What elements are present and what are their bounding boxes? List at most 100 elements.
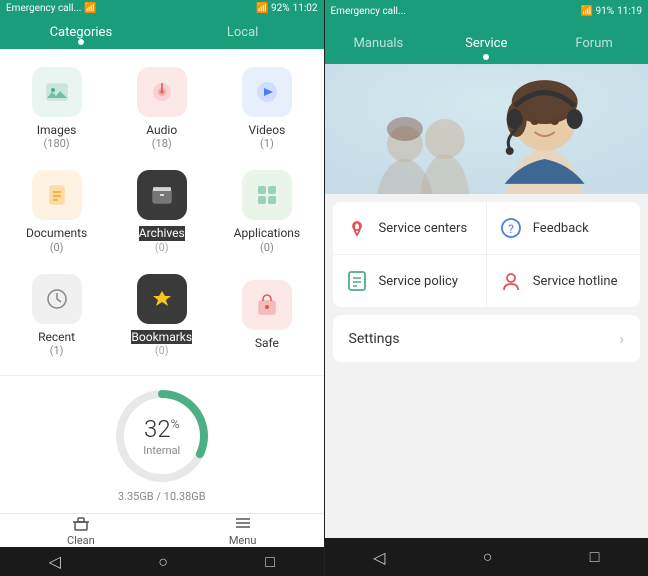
time-left: 11:02 — [293, 3, 318, 14]
service-policy-label: Service policy — [379, 274, 459, 289]
settings-label: Settings — [349, 331, 400, 347]
left-status-right: 📶 92% 11:02 — [256, 3, 317, 14]
right-tab-bar: Manuals Service Forum — [325, 22, 648, 64]
service-hotline-label: Service hotline — [533, 274, 618, 289]
service-centers-icon — [345, 216, 369, 240]
images-label: Images — [37, 123, 77, 137]
images-count: (180) — [44, 137, 70, 150]
left-panel: Emergency call... 📶 📶 92% 11:02 Categori… — [0, 0, 324, 576]
service-policy-icon — [345, 269, 369, 293]
back-button-right[interactable]: ◁ — [357, 544, 401, 571]
storage-text: 32% Internal — [143, 415, 180, 457]
left-bottom-bar: Clean Menu — [0, 513, 324, 547]
safe-label: Safe — [255, 336, 279, 350]
bookmarks-icon — [148, 285, 176, 313]
service-hotline-cell[interactable]: Service hotline — [487, 255, 640, 307]
left-tab-bar: Categories Local — [0, 17, 324, 49]
clean-icon — [72, 514, 90, 532]
bookmarks-label: Bookmarks — [131, 330, 192, 344]
service-image-svg — [325, 64, 648, 194]
bookmarks-count: (0) — [155, 344, 169, 357]
right-status-right: 📶 91% 11:19 — [581, 6, 642, 17]
documents-icon — [43, 181, 71, 209]
tab-forum-label: Forum — [575, 36, 612, 51]
file-categories-grid: Images (180) Audio (18) — [0, 49, 324, 375]
videos-label: Videos — [249, 123, 286, 137]
recent-button-left[interactable]: □ — [249, 548, 291, 576]
audio-label: Audio — [146, 123, 177, 137]
safe-icon-bg — [242, 280, 292, 330]
signal-icon: 📶 — [84, 3, 96, 14]
storage-label: Internal — [143, 444, 180, 457]
tab-service-label: Service — [465, 36, 507, 51]
tab-categories-label: Categories — [50, 25, 113, 40]
right-status-bar: Emergency call... 📶 91% 11:19 — [325, 0, 648, 22]
grid-item-documents[interactable]: Documents (0) — [4, 160, 109, 263]
service-centers-label: Service centers — [379, 221, 468, 236]
audio-count: (18) — [152, 137, 172, 150]
tab-manuals[interactable]: Manuals — [325, 22, 433, 64]
grid-item-videos[interactable]: Videos (1) — [214, 57, 319, 160]
service-row-2: Service policy Service hotline — [333, 255, 641, 307]
emergency-call-left: Emergency call... — [6, 3, 81, 14]
storage-circle: 32% Internal — [112, 386, 212, 486]
applications-icon-bg — [242, 170, 292, 220]
documents-icon-bg — [32, 170, 82, 220]
grid-item-audio[interactable]: Audio (18) — [109, 57, 214, 160]
images-icon-bg — [32, 67, 82, 117]
clean-button[interactable]: Clean — [0, 514, 162, 547]
safe-icon — [253, 291, 281, 319]
home-button-right[interactable]: ○ — [467, 543, 509, 571]
menu-button[interactable]: Menu — [162, 514, 324, 547]
storage-info: 3.35GB / 10.38GB — [118, 490, 206, 503]
bookmarks-icon-bg — [137, 274, 187, 324]
storage-section: 32% Internal 3.35GB / 10.38GB — [0, 375, 324, 513]
feedback-label: Feedback — [533, 221, 589, 236]
archives-count: (0) — [155, 241, 169, 254]
images-icon — [43, 78, 71, 106]
right-status-left: Emergency call... — [331, 6, 406, 17]
svg-text:?: ? — [508, 222, 514, 236]
grid-item-images[interactable]: Images (180) — [4, 57, 109, 160]
tab-service[interactable]: Service — [432, 22, 540, 64]
tab-manuals-label: Manuals — [354, 36, 404, 51]
documents-label: Documents — [26, 226, 87, 240]
recent-button-right[interactable]: □ — [574, 543, 616, 571]
applications-icon — [253, 181, 281, 209]
settings-chevron: › — [619, 329, 624, 348]
service-policy-cell[interactable]: Service policy — [333, 255, 487, 307]
home-button-left[interactable]: ○ — [142, 548, 184, 576]
recent-icon-bg — [32, 274, 82, 324]
menu-label: Menu — [229, 534, 257, 547]
grid-item-applications[interactable]: Applications (0) — [214, 160, 319, 263]
service-hotline-icon — [499, 269, 523, 293]
videos-icon-bg — [242, 67, 292, 117]
tab-categories[interactable]: Categories — [0, 17, 162, 49]
grid-item-safe[interactable]: Safe — [214, 264, 319, 367]
emergency-call-right: Emergency call... — [331, 6, 406, 17]
time-right: 11:19 — [617, 6, 642, 17]
grid-item-recent[interactable]: Recent (1) — [4, 264, 109, 367]
videos-count: (1) — [260, 137, 274, 150]
right-nav-bar: ◁ ○ □ — [325, 538, 648, 576]
clean-label: Clean — [67, 534, 95, 547]
service-centers-cell[interactable]: Service centers — [333, 202, 487, 254]
applications-label: Applications — [234, 226, 300, 240]
tab-forum[interactable]: Forum — [540, 22, 648, 64]
tab-local[interactable]: Local — [162, 17, 324, 49]
back-button-left[interactable]: ◁ — [33, 548, 77, 575]
menu-icon — [234, 514, 252, 532]
battery-right: 📶 91% — [581, 6, 615, 17]
recent-icon — [43, 285, 71, 313]
documents-count: (0) — [50, 241, 64, 254]
grid-item-archives[interactable]: Archives (0) — [109, 160, 214, 263]
archives-label: Archives — [139, 226, 185, 240]
service-options-grid: Service centers ? Feedback — [333, 202, 641, 307]
grid-item-bookmarks[interactable]: Bookmarks (0) — [109, 264, 214, 367]
battery-left: 📶 92% — [256, 3, 290, 14]
feedback-icon: ? — [499, 216, 523, 240]
tab-local-label: Local — [227, 25, 258, 40]
settings-item[interactable]: Settings › — [333, 315, 641, 362]
feedback-cell[interactable]: ? Feedback — [487, 202, 640, 254]
service-banner — [325, 64, 648, 194]
